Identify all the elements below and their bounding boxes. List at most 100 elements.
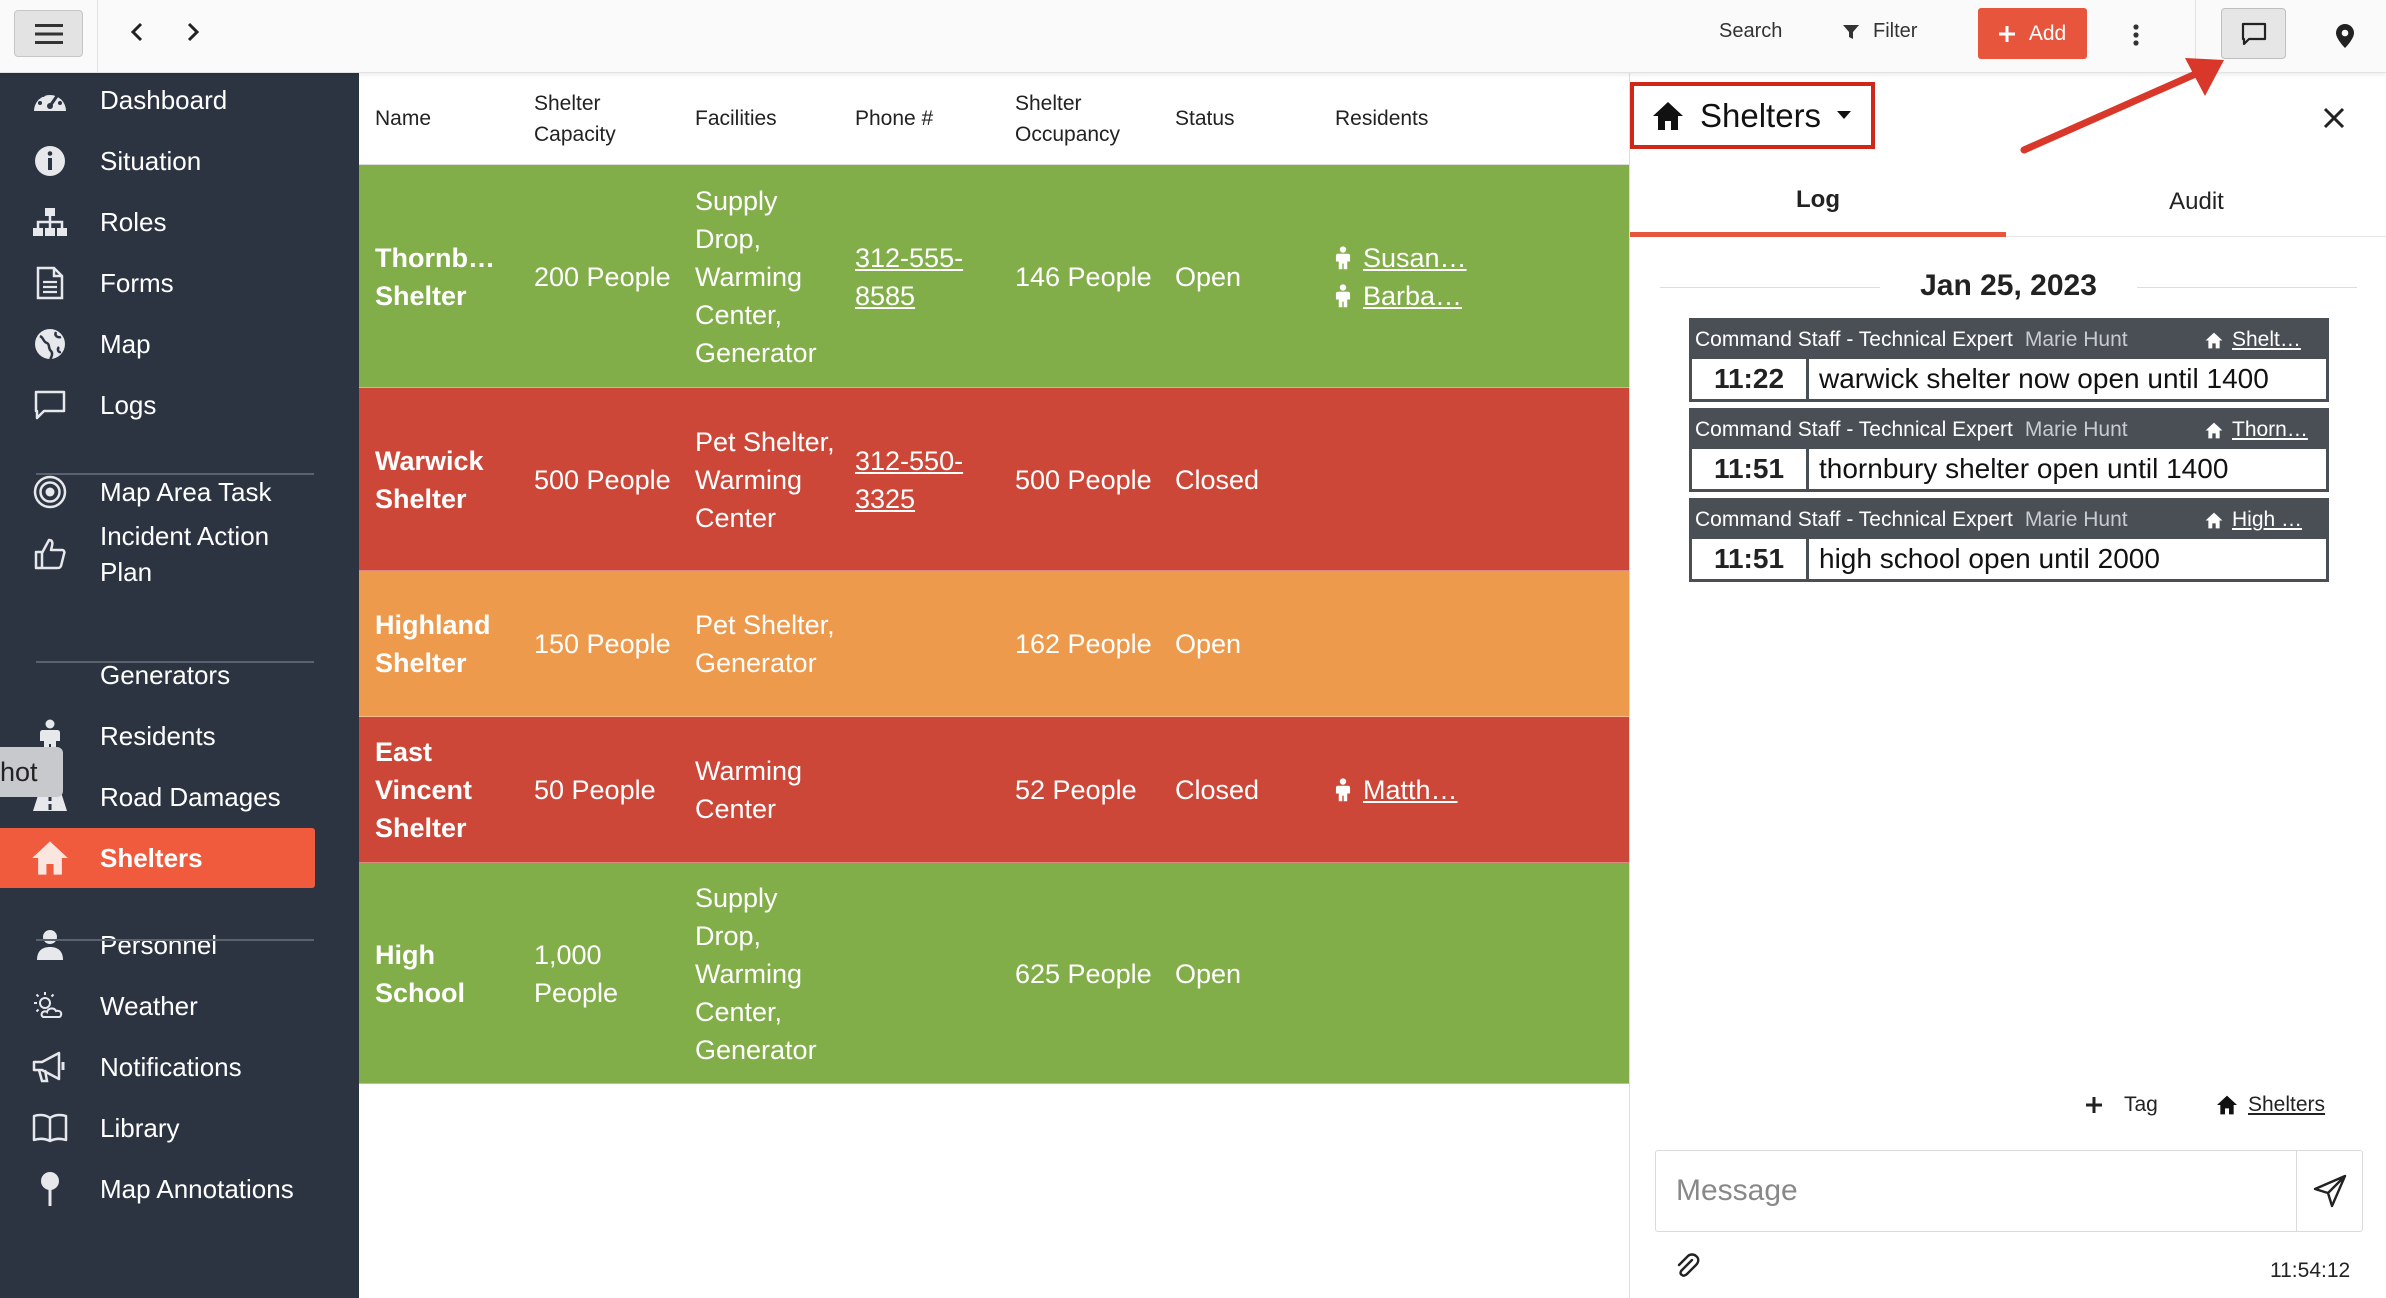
phone-link[interactable]: 312-555-8585 <box>855 239 1000 315</box>
back-button[interactable] <box>122 14 152 50</box>
sidebar-item-library[interactable]: Library <box>0 1098 315 1158</box>
cell-name: Warwick Shelter <box>375 445 484 514</box>
cell-capacity: 1,000 People <box>534 939 619 1008</box>
sidebar-item-map[interactable]: Map <box>0 314 315 374</box>
sidebar-item-label: Forms <box>100 268 174 298</box>
sidebar-item-situation[interactable]: Situation <box>0 131 315 191</box>
cell-occupancy: 52 People <box>1015 775 1137 805</box>
sidebar-item-weather[interactable]: Weather <box>0 976 315 1036</box>
sidebar-item-forms[interactable]: Forms <box>0 253 315 313</box>
cell-residents: Susan… Barba… <box>1335 165 1505 388</box>
more-options-button[interactable] <box>2122 18 2150 52</box>
user-icon <box>0 929 100 961</box>
phone-link[interactable]: 312-550-3325 <box>855 442 1000 518</box>
kebab-icon <box>2133 24 2139 46</box>
cell-occupancy: 500 People <box>1015 464 1152 495</box>
sidebar-item-shelters[interactable]: Shelters <box>0 828 315 888</box>
column-header-facilities[interactable]: Facilities <box>695 103 777 134</box>
date-divider: Jan 25, 2023 <box>1660 269 2357 305</box>
forward-button[interactable] <box>178 14 208 50</box>
log-role: Command Staff - Technical Expert <box>1695 508 2013 531</box>
panel-title: Shelters <box>1700 96 1822 134</box>
sidebar-item-roles[interactable]: Roles <box>0 192 315 252</box>
column-header-occupancy[interactable]: Shelter Occupancy <box>1015 88 1135 150</box>
hot-tag[interactable]: hot <box>0 747 63 797</box>
log-entry-body: 11:22 warwick shelter now open until 1400 <box>1692 359 2326 399</box>
table-row[interactable]: High School 1,000 People Supply Drop, Warm… <box>359 863 1629 1084</box>
add-tag-button[interactable]: Tag <box>2086 1093 2158 1117</box>
book-icon <box>0 1113 100 1143</box>
log-entry-body: 11:51 thornbury shelter open until 1400 <box>1692 449 2326 489</box>
sidebar-item-label: Residents <box>100 721 216 751</box>
resident-name: Susan… <box>1363 242 1467 273</box>
sidebar-item-label: Map Area Task <box>100 477 272 507</box>
map-pin-icon <box>2336 24 2354 48</box>
column-header-status[interactable]: Status <box>1175 103 1235 134</box>
cell-phone[interactable]: 312-555-8585 <box>855 165 1000 388</box>
log-tag-label: Thorn… <box>2232 418 2308 441</box>
resident-link[interactable]: Susan… <box>1335 239 1505 277</box>
tab-audit[interactable]: Audit <box>2006 167 2386 237</box>
sidebar-item-dashboard[interactable]: Dashboard <box>0 70 315 130</box>
chat-panel-button[interactable] <box>2221 8 2286 59</box>
pin-icon <box>0 1171 100 1207</box>
cell-phone[interactable]: 312-550-3325 <box>855 388 1000 571</box>
sidebar-item-incident-action-plan[interactable]: Incident Action Plan <box>0 515 315 593</box>
log-entry[interactable]: Command Staff - Technical Expert Marie Hu… <box>1689 498 2329 582</box>
org-chart-icon <box>0 207 100 237</box>
table-row[interactable]: East Vincent Shelter 50 People Warming Cen… <box>359 717 1629 863</box>
resident-link[interactable]: Matth… <box>1335 771 1505 809</box>
generator-icon <box>0 659 100 691</box>
cell-capacity: 500 People <box>534 464 671 495</box>
location-button[interactable] <box>2325 16 2365 56</box>
table-row[interactable]: Warwick Shelter 500 People Pet Shelter, Wa… <box>359 388 1629 571</box>
sidebar-item-generators[interactable]: Generators <box>0 645 315 705</box>
log-tag[interactable]: Shelt… <box>2205 328 2326 352</box>
resident-link[interactable]: Barba… <box>1335 277 1505 315</box>
log-entry[interactable]: Command Staff - Technical Expert Marie Hu… <box>1689 408 2329 492</box>
sidebar-item-map-annotations[interactable]: Map Annotations <box>0 1159 315 1219</box>
chat-icon <box>2241 22 2266 45</box>
person-icon <box>1335 778 1351 802</box>
cell-residents: Matth… <box>1335 717 1505 863</box>
log-author: Marie Hunt <box>2024 508 2128 531</box>
paperclip-icon[interactable] <box>1674 1252 1700 1280</box>
sidebar-item-logs[interactable]: Logs <box>0 375 315 435</box>
tab-log[interactable]: Log <box>1630 167 2006 237</box>
cell-name: East Vincent Shelter <box>375 737 473 843</box>
weather-icon <box>0 991 100 1021</box>
log-message: warwick shelter now open until 1400 <box>1819 363 2269 394</box>
hamburger-menu-button[interactable] <box>14 10 83 57</box>
sidebar-item-notifications[interactable]: Notifications <box>0 1037 315 1097</box>
panel-title-dropdown[interactable]: Shelters <box>1630 82 1875 149</box>
panel-tabs: Log Audit <box>1630 167 2386 237</box>
column-header-residents[interactable]: Residents <box>1335 103 1428 134</box>
log-role: Command Staff - Technical Expert <box>1695 328 2013 351</box>
message-input[interactable] <box>1656 1151 2296 1231</box>
sidebar-item-personnel[interactable]: Personnel <box>0 915 315 975</box>
table-row[interactable]: Highland Shelter 150 People Pet Shelter, G… <box>359 571 1629 717</box>
close-icon[interactable] <box>2319 103 2349 133</box>
cell-status: Closed <box>1175 464 1260 495</box>
search-button[interactable]: Search <box>1719 20 1782 43</box>
cell-name: High School <box>375 939 466 1008</box>
log-message: high school open until 2000 <box>1819 543 2160 574</box>
column-header-phone[interactable]: Phone # <box>855 103 933 134</box>
filter-button[interactable]: Filter <box>1843 20 1917 43</box>
current-tag[interactable]: Shelters <box>2216 1093 2325 1117</box>
caret-down-icon <box>1837 111 1852 119</box>
column-header-capacity[interactable]: Shelter Capacity <box>534 88 634 150</box>
log-tag[interactable]: High … <box>2205 508 2326 532</box>
table-row[interactable]: Thornb… Shelter 200 People Supply Drop, Wa… <box>359 165 1629 388</box>
log-tag[interactable]: Thorn… <box>2205 418 2326 442</box>
resident-name: Barba… <box>1363 280 1463 311</box>
column-header-name[interactable]: Name <box>375 103 431 134</box>
add-button[interactable]: Add <box>1978 8 2087 59</box>
sidebar-item-map-area-task[interactable]: Map Area Task <box>0 462 315 522</box>
cell-facilities: Pet Shelter, Warming Center <box>695 426 835 533</box>
clock: 11:54:12 <box>2270 1259 2351 1282</box>
send-button[interactable] <box>2296 1151 2363 1231</box>
log-entry-body: 11:51 high school open until 2000 <box>1692 539 2326 579</box>
document-icon <box>0 266 100 300</box>
log-entry[interactable]: Command Staff - Technical Expert Marie Hu… <box>1689 318 2329 402</box>
